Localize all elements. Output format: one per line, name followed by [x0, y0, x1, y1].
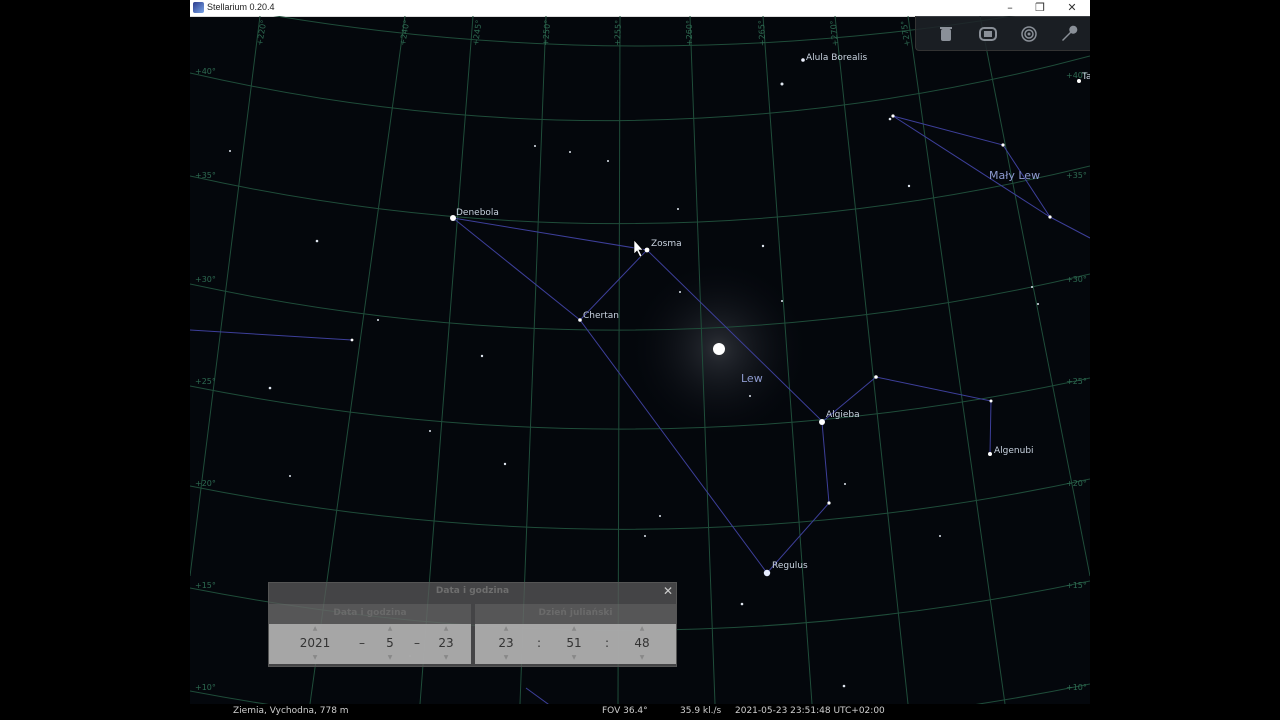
julian-panel: Dzień juliański ▲ 23 ▼ : ▲ 51 ▼ : ▲ 48 ▼ — [475, 604, 676, 664]
date-separator: – — [414, 636, 420, 650]
constellation-label-lew: Lew — [741, 372, 763, 385]
svg-text:+20°: +20° — [195, 479, 216, 488]
star-algieba[interactable] — [819, 419, 825, 425]
svg-text:+255°: +255° — [613, 20, 623, 46]
constellation-label-maly-lew: Mały Lew — [989, 169, 1040, 182]
star-chertan[interactable] — [578, 318, 582, 322]
svg-text:+275°: +275° — [899, 20, 912, 47]
day-down-icon[interactable]: ▼ — [429, 654, 463, 661]
letterbox-left — [0, 0, 190, 720]
dialog-title: Data i godzina — [435, 586, 510, 596]
day-up-icon[interactable]: ▲ — [429, 625, 463, 632]
date-panel-title: Data i godzina — [333, 608, 407, 618]
svg-text:Algieba: Algieba — [826, 410, 860, 420]
month-down-icon[interactable]: ▼ — [375, 654, 405, 661]
target-icon[interactable] — [1019, 24, 1039, 44]
second-spinner[interactable]: ▲ 48 ▼ — [625, 624, 659, 664]
year-spinner[interactable]: ▲ 2021 ▼ — [287, 624, 343, 664]
svg-text:+250°: +250° — [541, 20, 552, 47]
second-down-icon[interactable]: ▼ — [625, 654, 659, 661]
svg-text:Alula Borealis: Alula Borealis — [806, 53, 867, 63]
window-title: Stellarium 0.20.4 — [207, 2, 275, 12]
svg-text:+30°: +30° — [1066, 275, 1087, 284]
julian-panel-title: Dzień juliański — [538, 608, 613, 618]
svg-text:+25°: +25° — [195, 377, 216, 386]
svg-text:Chertan: Chertan — [583, 311, 619, 321]
fps-status: 35.9 kl./s — [680, 706, 722, 716]
time-fields: ▲ 23 ▼ : ▲ 51 ▼ : ▲ 48 ▼ — [475, 624, 676, 664]
time-separator: : — [537, 636, 542, 650]
svg-text:+35°: +35° — [195, 171, 216, 180]
month-spinner[interactable]: ▲ 5 ▼ — [375, 624, 405, 664]
star-zosma[interactable] — [644, 247, 650, 253]
minute-spinner[interactable]: ▲ 51 ▼ — [557, 624, 591, 664]
ra-labels: +220° +240° +245° +250° +255° +260° +265… — [255, 19, 912, 47]
stellarium-window: Stellarium 0.20.4 – ❐ ✕ +40° +35° +30° +… — [190, 0, 1090, 720]
svg-text:+260°: +260° — [685, 20, 694, 46]
svg-text:+15°: +15° — [195, 581, 216, 590]
star-partial-ta[interactable] — [1077, 79, 1081, 83]
minute-up-icon[interactable]: ▲ — [557, 625, 591, 632]
second-up-icon[interactable]: ▲ — [625, 625, 659, 632]
star-regulus[interactable] — [763, 569, 771, 577]
svg-text:Ta: Ta — [1081, 72, 1090, 82]
close-button[interactable]: ✕ — [1057, 0, 1087, 16]
dialog-close-icon[interactable]: ✕ — [663, 584, 673, 598]
svg-text:Algenubi: Algenubi — [994, 446, 1034, 456]
date-separator: – — [359, 636, 365, 650]
svg-text:+240°: +240° — [398, 19, 411, 46]
svg-text:+35°: +35° — [1066, 171, 1087, 180]
hour-down-icon[interactable]: ▼ — [489, 654, 523, 661]
svg-text:+270°: +270° — [829, 20, 840, 47]
datetime-status[interactable]: 2021-05-23 23:51:48 UTC+02:00 — [735, 706, 885, 716]
hour-up-icon[interactable]: ▲ — [489, 625, 523, 632]
svg-text:+10°: +10° — [195, 683, 216, 692]
screen-icon[interactable] — [978, 24, 998, 44]
month-up-icon[interactable]: ▲ — [375, 625, 405, 632]
svg-text:+25°: +25° — [1066, 377, 1087, 386]
trash-icon[interactable] — [936, 24, 956, 44]
star-alula-borealis[interactable] — [801, 58, 805, 62]
svg-text:+10°: +10° — [1066, 683, 1087, 692]
titlebar: Stellarium 0.20.4 – ❐ ✕ — [190, 0, 1090, 17]
date-panel: Data i godzina ▲ 2021 ▼ – ▲ 5 ▼ – ▲ 23 ▼ — [269, 604, 471, 664]
svg-text:Zosma: Zosma — [651, 239, 682, 249]
star-algenubi[interactable] — [988, 452, 992, 456]
fov-status: FOV 36.4° — [602, 706, 648, 716]
top-right-toolbar — [915, 16, 1090, 51]
svg-text:+265°: +265° — [757, 20, 767, 46]
stellarium-app-icon — [193, 2, 204, 13]
wrench-icon[interactable] — [1059, 24, 1079, 44]
svg-text:Regulus: Regulus — [772, 561, 808, 571]
svg-text:+40°: +40° — [195, 67, 216, 76]
time-separator: : — [605, 636, 610, 650]
bright-object[interactable] — [713, 343, 725, 355]
svg-text:+15°: +15° — [1066, 581, 1087, 590]
restore-button[interactable]: ❐ — [1025, 0, 1055, 16]
day-spinner[interactable]: ▲ 23 ▼ — [429, 624, 463, 664]
minimize-button[interactable]: – — [995, 0, 1025, 16]
minute-down-icon[interactable]: ▼ — [557, 654, 591, 661]
hour-spinner[interactable]: ▲ 23 ▼ — [489, 624, 523, 664]
svg-text:+20°: +20° — [1066, 479, 1087, 488]
date-fields: ▲ 2021 ▼ – ▲ 5 ▼ – ▲ 23 ▼ — [269, 624, 471, 664]
svg-text:+30°: +30° — [195, 275, 216, 284]
date-time-dialog: Data i godzina ✕ Data i godzina ▲ 2021 ▼… — [268, 582, 677, 667]
svg-text:+220°: +220° — [255, 19, 268, 46]
mouse-cursor-icon — [633, 239, 644, 258]
location-status[interactable]: Ziemia, Vychodna, 778 m — [233, 706, 349, 716]
letterbox-right — [1090, 0, 1280, 720]
svg-text:+245°: +245° — [471, 19, 484, 46]
year-up-icon[interactable]: ▲ — [287, 625, 343, 632]
svg-text:Denebola: Denebola — [456, 208, 499, 218]
year-down-icon[interactable]: ▼ — [287, 654, 343, 661]
status-bar: Ziemia, Vychodna, 778 m FOV 36.4° 35.9 k… — [190, 704, 1090, 720]
